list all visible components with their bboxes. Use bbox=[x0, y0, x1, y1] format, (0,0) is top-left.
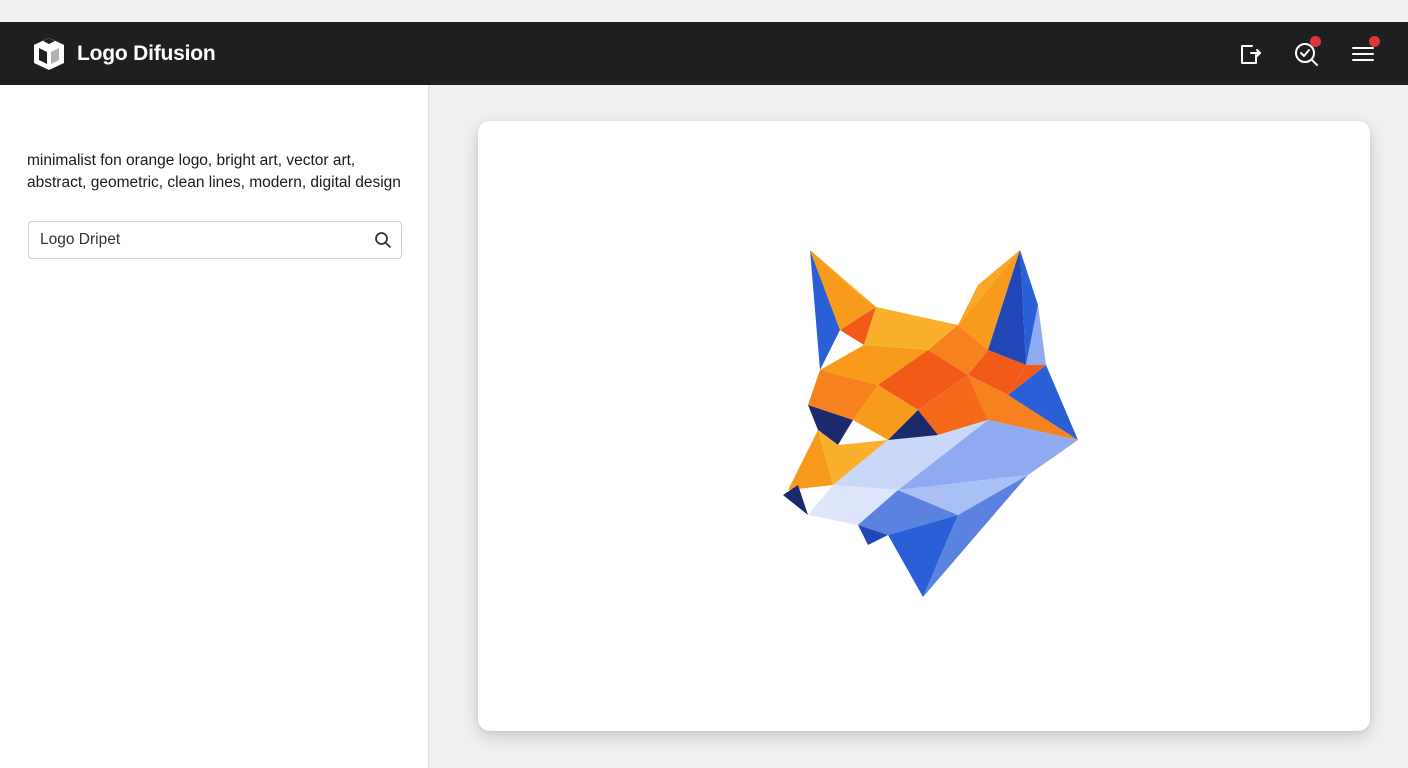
search-box bbox=[28, 221, 402, 259]
fox-logo-image bbox=[778, 245, 1088, 605]
top-navbar: Logo Difusion bbox=[0, 22, 1408, 85]
sidebar: minimalist fon orange logo, bright art, … bbox=[0, 85, 429, 768]
menu-badge bbox=[1369, 36, 1380, 47]
brand[interactable]: Logo Difusion bbox=[30, 35, 216, 73]
search-icon[interactable] bbox=[373, 230, 393, 250]
share-export-icon bbox=[1237, 41, 1263, 67]
notification-badge bbox=[1310, 36, 1321, 47]
preview-card bbox=[478, 121, 1370, 731]
logo-cube-icon bbox=[30, 35, 68, 73]
notifications-button[interactable] bbox=[1291, 36, 1321, 69]
app-title: Logo Difusion bbox=[77, 42, 216, 65]
prompt-text: minimalist fon orange logo, bright art, … bbox=[27, 152, 401, 191]
main-area bbox=[430, 85, 1408, 768]
menu-button[interactable] bbox=[1348, 36, 1380, 69]
window-top-strip bbox=[0, 0, 1408, 22]
search-input[interactable] bbox=[29, 222, 359, 258]
share-button[interactable] bbox=[1235, 39, 1265, 69]
